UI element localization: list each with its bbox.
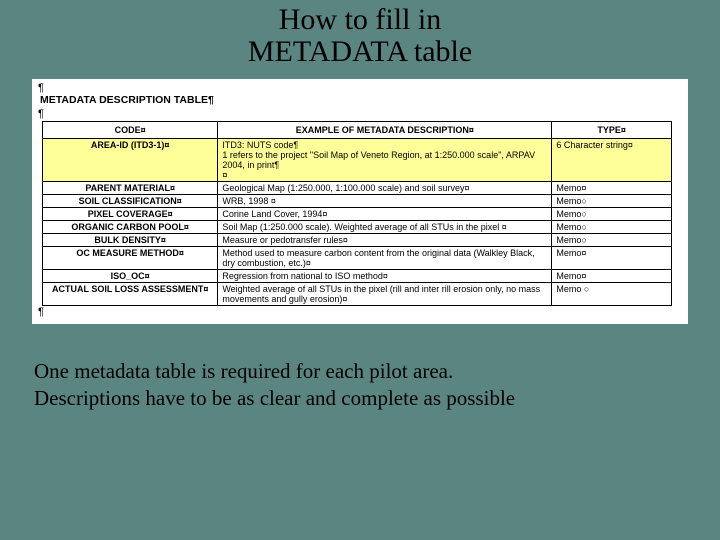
cell-code: ACTUAL SOIL LOSS ASSESSMENT¤ bbox=[43, 282, 218, 305]
cell-code: ORGANIC CARBON POOL¤ bbox=[43, 220, 218, 233]
cell-desc: Corine Land Cover, 1994¤ bbox=[218, 207, 552, 220]
table-row: PARENT MATERIAL¤Geological Map (1:250.00… bbox=[43, 181, 672, 194]
cell-desc: Weighted average of all STUs in the pixe… bbox=[218, 282, 552, 305]
cell-desc: Measure or pedotransfer rules¤ bbox=[218, 233, 552, 246]
table-row: ORGANIC CARBON POOL¤Soil Map (1:250.000 … bbox=[43, 220, 672, 233]
cell-type: Memo○ bbox=[552, 233, 672, 246]
cell-code: OC MEASURE METHOD¤ bbox=[43, 246, 218, 269]
table-row: AREA-ID (ITD3-1)¤ITD3: NUTS code¶ 1 refe… bbox=[43, 138, 672, 181]
table-row: PIXEL COVERAGE¤Corine Land Cover, 1994¤M… bbox=[43, 207, 672, 220]
col-code: CODE¤ bbox=[43, 121, 218, 138]
title-line2: METADATA table bbox=[248, 35, 472, 68]
slide-title: How to fill in METADATA table bbox=[0, 0, 720, 79]
footer-line2: Descriptions have to be as clear and com… bbox=[34, 386, 515, 410]
cell-code: PARENT MATERIAL¤ bbox=[43, 181, 218, 194]
cell-desc: WRB, 1998 ¤ bbox=[218, 194, 552, 207]
table-row: BULK DENSITY¤Measure or pedotransfer rul… bbox=[43, 233, 672, 246]
cell-desc: Regression from national to ISO method¤ bbox=[218, 269, 552, 282]
table-row: ACTUAL SOIL LOSS ASSESSMENT¤Weighted ave… bbox=[43, 282, 672, 305]
table-header-row: CODE¤ EXAMPLE OF METADATA DESCRIPTION¤ T… bbox=[43, 121, 672, 138]
col-type: TYPE¤ bbox=[552, 121, 672, 138]
cell-type: Memo ○ bbox=[552, 282, 672, 305]
cell-type: Memo¤ bbox=[552, 269, 672, 282]
table-row: OC MEASURE METHOD¤Method used to measure… bbox=[43, 246, 672, 269]
cell-desc: Method used to measure carbon content fr… bbox=[218, 246, 552, 269]
document-screenshot: ¶ METADATA DESCRIPTION TABLE¶ ¶ CODE¤ EX… bbox=[32, 79, 688, 324]
cell-desc: ITD3: NUTS code¶ 1 refers to the project… bbox=[218, 138, 552, 181]
meta-heading: METADATA DESCRIPTION TABLE¶ bbox=[32, 94, 688, 108]
cell-type: Memo○ bbox=[552, 220, 672, 233]
pilcrow-mark: ¶ bbox=[32, 108, 688, 120]
cell-type: Memo¤ bbox=[552, 181, 672, 194]
cell-code: BULK DENSITY¤ bbox=[43, 233, 218, 246]
cell-type: Memo¤ bbox=[552, 246, 672, 269]
cell-code: AREA-ID (ITD3-1)¤ bbox=[43, 138, 218, 181]
cell-code: PIXEL COVERAGE¤ bbox=[43, 207, 218, 220]
table-row: SOIL CLASSIFICATION¤WRB, 1998 ¤Memo○ bbox=[43, 194, 672, 207]
cell-type: 6 Character string¤ bbox=[552, 138, 672, 181]
cell-type: Memo○ bbox=[552, 207, 672, 220]
cell-desc: Geological Map (1:250.000, 1:100.000 sca… bbox=[218, 181, 552, 194]
title-line1: How to fill in bbox=[279, 3, 442, 36]
cell-desc: Soil Map (1:250.000 scale). Weighted ave… bbox=[218, 220, 552, 233]
footer-text: One metadata table is required for each … bbox=[34, 358, 692, 412]
cell-code: ISO_OC¤ bbox=[43, 269, 218, 282]
pilcrow-mark: ¶ bbox=[32, 82, 688, 94]
pilcrow-mark: ¶ bbox=[32, 306, 688, 318]
metadata-table: CODE¤ EXAMPLE OF METADATA DESCRIPTION¤ T… bbox=[42, 121, 672, 306]
cell-code: SOIL CLASSIFICATION¤ bbox=[43, 194, 218, 207]
table-row: ISO_OC¤Regression from national to ISO m… bbox=[43, 269, 672, 282]
col-desc: EXAMPLE OF METADATA DESCRIPTION¤ bbox=[218, 121, 552, 138]
cell-type: Memo○ bbox=[552, 194, 672, 207]
footer-line1: One metadata table is required for each … bbox=[34, 359, 453, 383]
